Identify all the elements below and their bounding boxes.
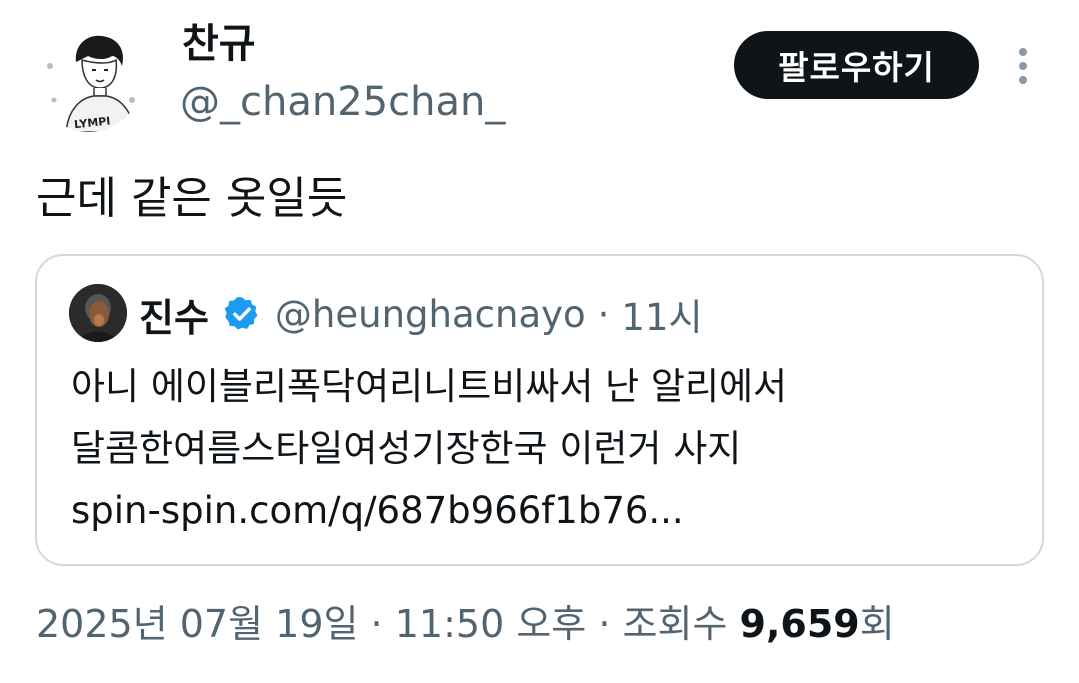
quoted-text-line: 달콤한여름스타일여성기장한국 이런거 사지: [71, 427, 742, 470]
quoted-author-avatar[interactable]: [69, 284, 127, 342]
author-avatar[interactable]: LYMPI: [36, 26, 142, 132]
quoted-link-text[interactable]: spin-spin.com/q/687b966f1b76...: [71, 480, 1031, 542]
follow-button[interactable]: 팔로우하기: [734, 31, 979, 99]
verified-badge-icon: [223, 295, 261, 333]
views-count: 9,659: [739, 602, 860, 646]
tweet-date[interactable]: 2025년 07월 19일: [36, 602, 358, 646]
quoted-timestamp[interactable]: 11시: [621, 287, 702, 341]
quoted-display-name[interactable]: 진수: [139, 287, 209, 342]
quoted-handle[interactable]: @heunghacnayo: [275, 293, 586, 336]
meta-separator: ·: [370, 602, 383, 646]
quoted-tweet-body: 아니 에이블리폭닥여리니트비싸서 난 알리에서 달콤한여름스타일여성기장한국 이…: [71, 356, 1031, 542]
quoted-tweet-header: 진수 @heunghacnayo · 11시: [139, 288, 703, 340]
quoted-text-line: 아니 에이블리폭닥여리니트비싸서 난 알리에서: [71, 365, 788, 408]
views-label: 조회수: [622, 602, 728, 646]
author-display-name[interactable]: 찬규: [182, 20, 256, 68]
tweet-time[interactable]: 11:50 오후: [395, 602, 587, 646]
more-options-button[interactable]: [1008, 44, 1038, 88]
views-suffix: 회: [859, 602, 895, 646]
quoted-tweet-card[interactable]: 진수 @heunghacnayo · 11시 아니 에이블리폭닥여리니트비싸서 …: [35, 254, 1044, 566]
meta-separator: ·: [598, 602, 611, 646]
author-avatar-illustration: LYMPI: [36, 26, 142, 132]
author-handle[interactable]: @_chan25chan_: [180, 78, 505, 126]
quoted-separator: ·: [597, 292, 610, 336]
tweet-meta: 2025년 07월 19일 · 11:50 오후 · 조회수 9,659회: [36, 598, 895, 650]
quoted-author-avatar-image: [69, 284, 127, 342]
tweet-text: 근데 같은 옷일듯: [36, 173, 348, 224]
vertical-ellipsis-icon: [1019, 48, 1027, 84]
